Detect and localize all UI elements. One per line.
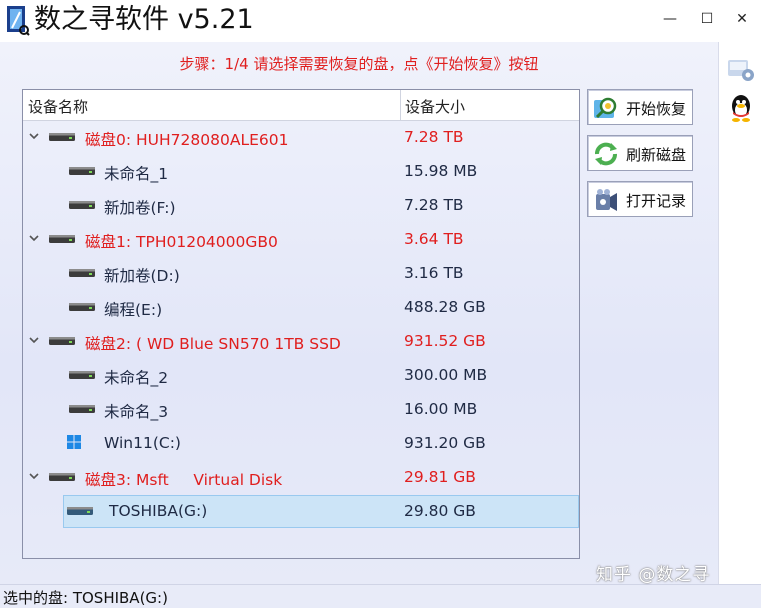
device-name: 磁盘0: HUH728080ALE601 xyxy=(85,131,289,149)
close-button[interactable]: ✕ xyxy=(730,8,754,30)
side-toolbar xyxy=(718,42,761,584)
disk-row[interactable]: 磁盘3: Msft Virtual Disk 29.81 GB xyxy=(23,461,579,495)
partition-row[interactable]: 编程(E:) 488.28 GB xyxy=(23,291,579,325)
partition-row[interactable]: 新加卷(D:) 3.16 TB xyxy=(23,257,579,291)
device-size: 15.98 MB xyxy=(404,162,478,180)
device-name: 磁盘1: TPH01204000GB0 xyxy=(85,233,278,251)
disk-row[interactable]: 磁盘0: HUH728080ALE601 7.28 TB xyxy=(23,121,579,155)
hard-disk-icon xyxy=(49,473,75,481)
device-rows: 磁盘0: HUH728080ALE601 7.28 TB 未命名_1 15.98 MB… xyxy=(23,121,579,529)
watermark: 知乎 @数之寻 xyxy=(596,565,711,585)
device-name: 新加卷(F:) xyxy=(104,199,176,217)
usb-drive-icon xyxy=(67,507,93,515)
device-name: TOSHIBA(G:) xyxy=(109,502,208,520)
drive-icon xyxy=(69,167,95,175)
partition-row[interactable]: 新加卷(F:) 7.28 TB xyxy=(23,189,579,223)
device-size: 16.00 MB xyxy=(404,400,478,418)
device-name: 新加卷(D:) xyxy=(104,267,180,285)
chevron-down-icon[interactable] xyxy=(28,130,40,142)
device-size: 488.28 GB xyxy=(404,298,486,316)
partition-row[interactable]: 未命名_1 15.98 MB xyxy=(23,155,579,189)
column-divider[interactable] xyxy=(400,90,401,120)
maximize-button[interactable]: ☐ xyxy=(695,8,719,30)
step-instruction: 步骤：1/4 请选择需要恢复的盘，点《开始恢复》按钮 xyxy=(179,55,539,73)
chevron-down-icon[interactable] xyxy=(28,470,40,482)
device-size: 29.81 GB xyxy=(404,468,476,486)
drive-icon xyxy=(69,371,95,379)
device-name: 编程(E:) xyxy=(104,301,163,319)
open-records-button[interactable]: 打开记录 xyxy=(587,181,693,217)
partition-row[interactable]: 未命名_2 300.00 MB xyxy=(23,359,579,393)
drive-icon xyxy=(69,405,95,413)
app-logo-icon xyxy=(7,6,30,36)
device-size: 931.20 GB xyxy=(404,434,486,452)
list-header: 设备名称 设备大小 xyxy=(23,90,579,121)
minimize-button[interactable]: — xyxy=(658,8,682,30)
magnifier-recovery-icon xyxy=(594,97,617,119)
partition-row[interactable]: TOSHIBA(G:) 29.80 GB xyxy=(23,495,579,529)
disk-row[interactable]: 磁盘1: TPH01204000GB0 3.64 TB xyxy=(23,223,579,257)
main-panel: 步骤：1/4 请选择需要恢复的盘，点《开始恢复》按钮 设备名称 设备大小 磁盘0… xyxy=(0,42,718,584)
column-header-name[interactable]: 设备名称 xyxy=(28,96,88,117)
device-name: 未命名_2 xyxy=(104,369,169,387)
column-header-size[interactable]: 设备大小 xyxy=(405,96,465,117)
device-size: 300.00 MB xyxy=(404,366,488,384)
refresh-icon xyxy=(595,142,617,166)
device-name: 磁盘2: ( WD Blue SN570 1TB SSD xyxy=(85,335,341,353)
settings-gear-icon[interactable] xyxy=(725,52,757,84)
partition-row[interactable]: 未命名_3 16.00 MB xyxy=(23,393,579,427)
windows-drive-icon xyxy=(67,435,81,449)
records-camera-icon xyxy=(596,189,617,211)
drive-icon xyxy=(69,269,95,277)
device-size: 7.28 TB xyxy=(404,196,464,214)
device-name: 磁盘3: Msft Virtual Disk xyxy=(85,471,283,489)
window-title: 数之寻软件 v5.21 xyxy=(34,4,254,35)
chevron-down-icon[interactable] xyxy=(28,334,40,346)
device-size: 3.16 TB xyxy=(404,264,464,282)
device-name: Win11(C:) xyxy=(104,434,181,452)
device-size: 3.64 TB xyxy=(404,230,464,248)
qq-penguin-icon[interactable] xyxy=(725,92,757,124)
chevron-down-icon[interactable] xyxy=(28,232,40,244)
hard-disk-icon xyxy=(49,133,75,141)
hard-disk-icon xyxy=(49,235,75,243)
drive-icon xyxy=(69,303,95,311)
start-recovery-button[interactable]: 开始恢复 xyxy=(587,89,693,125)
selected-disk-status: 选中的盘: TOSHIBA(G:) xyxy=(3,589,168,607)
device-size: 7.28 TB xyxy=(404,128,464,146)
device-size: 29.80 GB xyxy=(404,502,476,520)
partition-row[interactable]: Win11(C:) 931.20 GB xyxy=(23,427,579,461)
refresh-disks-button[interactable]: 刷新磁盘 xyxy=(587,135,693,171)
device-size: 931.52 GB xyxy=(404,332,486,350)
status-bar: 选中的盘: TOSHIBA(G:) xyxy=(0,584,761,608)
title-bar: 数之寻软件 v5.21 — ☐ ✕ xyxy=(0,0,761,42)
device-list[interactable]: 设备名称 设备大小 磁盘0: HUH728080ALE601 7.28 TB 未命名… xyxy=(22,89,580,559)
disk-row[interactable]: 磁盘2: ( WD Blue SN570 1TB SSD 931.52 GB xyxy=(23,325,579,359)
hard-disk-icon xyxy=(49,337,75,345)
drive-icon xyxy=(69,201,95,209)
refresh-disks-label: 刷新磁盘 xyxy=(626,146,687,164)
start-recovery-label: 开始恢复 xyxy=(626,100,687,118)
open-records-label: 打开记录 xyxy=(626,192,687,210)
device-name: 未命名_3 xyxy=(104,403,169,421)
device-name: 未命名_1 xyxy=(104,165,169,183)
